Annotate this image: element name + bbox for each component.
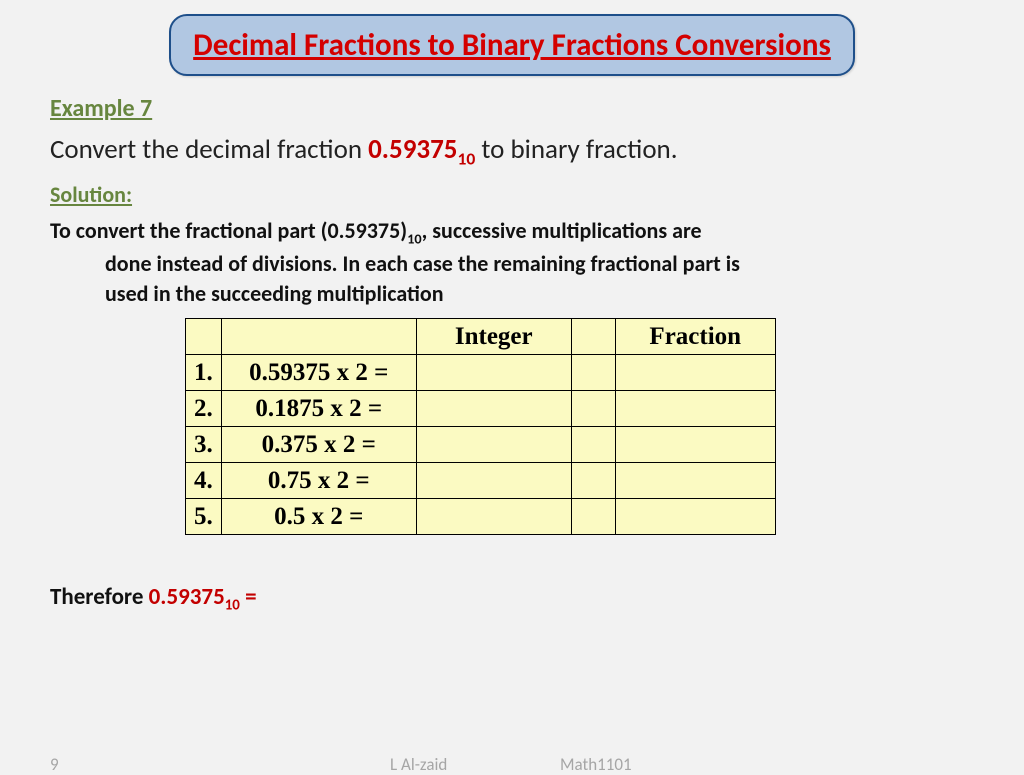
slide-title: Decimal Fractions to Binary Fractions Co… bbox=[193, 26, 831, 64]
explain-l2: done instead of divisions. In each case … bbox=[50, 249, 974, 279]
row-int bbox=[416, 355, 571, 391]
row-expr: 0.1875 x 2 = bbox=[221, 391, 416, 427]
row-frac bbox=[615, 499, 775, 535]
title-box: Decimal Fractions to Binary Fractions Co… bbox=[169, 14, 855, 76]
convert-post: to binary fraction. bbox=[475, 133, 677, 166]
solution-label: Solution: bbox=[50, 181, 974, 208]
explain-l1a: To convert the fractional part (0.59375) bbox=[50, 217, 407, 244]
row-num: 4. bbox=[186, 463, 222, 499]
row-int bbox=[416, 427, 571, 463]
row-expr: 0.75 x 2 = bbox=[221, 463, 416, 499]
example-label: Example 7 bbox=[50, 94, 974, 123]
course: Math1101 bbox=[560, 754, 632, 775]
therefore-value: 0.59375 bbox=[149, 583, 225, 611]
row-int bbox=[416, 499, 571, 535]
therefore-base: 10 bbox=[225, 597, 240, 615]
problem-statement: Convert the decimal fraction 0.5937510 t… bbox=[50, 133, 974, 169]
convert-base: 10 bbox=[457, 147, 475, 169]
row-num: 5. bbox=[186, 499, 222, 535]
row-expr: 0.5 x 2 = bbox=[221, 499, 416, 535]
header-fraction: Fraction bbox=[615, 319, 775, 355]
therefore-eq: = bbox=[240, 583, 257, 611]
row-int bbox=[416, 463, 571, 499]
header-integer: Integer bbox=[416, 319, 571, 355]
row-num: 2. bbox=[186, 391, 222, 427]
row-expr: 0.59375 x 2 = bbox=[221, 355, 416, 391]
explain-l1b: , successive multiplications are bbox=[422, 217, 702, 244]
table-row: 4. 0.75 x 2 = bbox=[186, 463, 776, 499]
page-number: 9 bbox=[50, 754, 59, 775]
row-frac bbox=[615, 463, 775, 499]
row-num: 3. bbox=[186, 427, 222, 463]
table-row: 5. 0.5 x 2 = bbox=[186, 499, 776, 535]
explain-l3: used in the succeeding multiplication bbox=[50, 279, 974, 309]
table-row: 3. 0.375 x 2 = bbox=[186, 427, 776, 463]
row-frac bbox=[615, 391, 775, 427]
slide: Decimal Fractions to Binary Fractions Co… bbox=[0, 0, 1024, 768]
convert-value: 0.59375 bbox=[368, 133, 457, 166]
table-header-row: Integer Fraction bbox=[186, 319, 776, 355]
explanation: To convert the fractional part (0.59375)… bbox=[50, 216, 974, 308]
table-row: 2. 0.1875 x 2 = bbox=[186, 391, 776, 427]
table-row: 1. 0.59375 x 2 = bbox=[186, 355, 776, 391]
row-frac bbox=[615, 427, 775, 463]
author: L Al-zaid bbox=[390, 754, 447, 775]
conversion-table: Integer Fraction 1. 0.59375 x 2 = 2. 0.1… bbox=[185, 318, 776, 535]
row-frac bbox=[615, 355, 775, 391]
therefore-line: Therefore 0.5937510 = bbox=[50, 583, 974, 615]
row-expr: 0.375 x 2 = bbox=[221, 427, 416, 463]
row-int bbox=[416, 391, 571, 427]
explain-l1sub: 10 bbox=[407, 230, 422, 248]
convert-pre: Convert the decimal fraction bbox=[50, 133, 368, 166]
row-num: 1. bbox=[186, 355, 222, 391]
therefore-label: Therefore bbox=[50, 583, 149, 611]
